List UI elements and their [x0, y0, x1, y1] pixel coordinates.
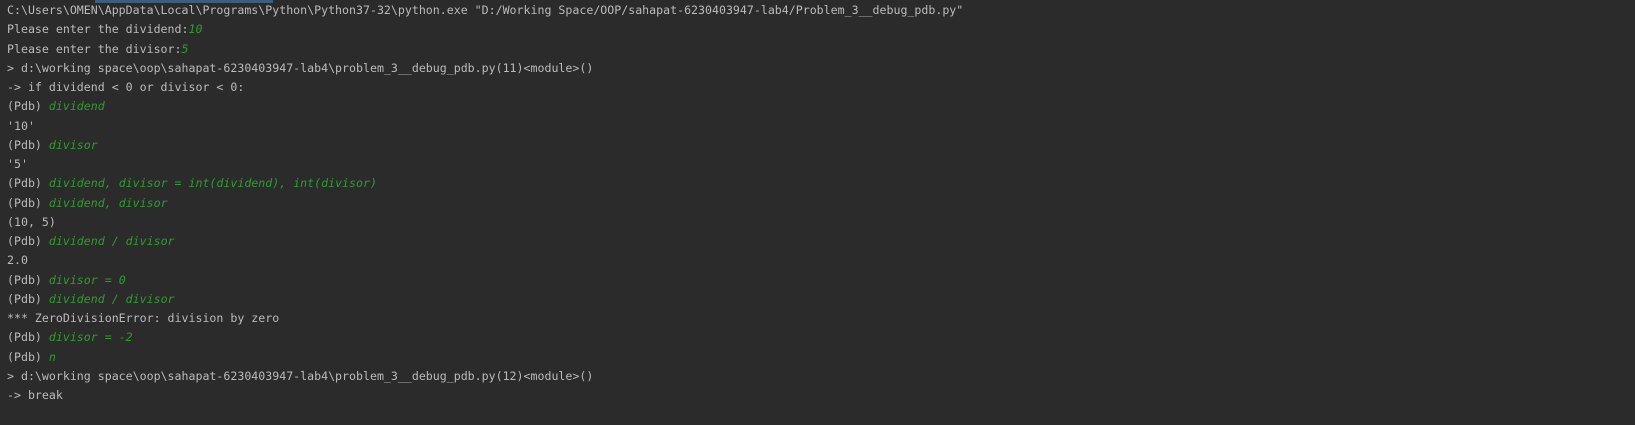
console-line: -> if dividend < 0 or divisor < 0:: [7, 78, 1635, 97]
console-line: '5': [7, 155, 1635, 174]
console-line: 2.0: [7, 251, 1635, 270]
console-output-text: 2.0: [7, 253, 28, 268]
console-line: -> break: [7, 386, 1635, 405]
console-user-input: dividend, divisor = int(dividend), int(d…: [48, 176, 377, 191]
run-console-output[interactable]: C:\Users\OMEN\AppData\Local\Programs\Pyt…: [7, 1, 1635, 405]
console-line: C:\Users\OMEN\AppData\Local\Programs\Pyt…: [7, 1, 1635, 20]
console-user-input: 5: [181, 41, 189, 56]
console-user-input: dividend, divisor: [48, 195, 168, 210]
console-output-text: (Pdb): [7, 234, 49, 248]
console-output-text: '5': [7, 157, 28, 171]
console-output-text: (Pdb): [7, 176, 49, 191]
console-output-text: (Pdb): [7, 195, 49, 210]
console-line: '10': [7, 117, 1635, 136]
console-output-text: (Pdb): [7, 291, 49, 306]
console-line: (Pdb) dividend, divisor: [7, 194, 1635, 213]
console-user-input: dividend / divisor: [48, 234, 175, 248]
console-user-input: n: [48, 349, 56, 364]
console-line: (Pdb) n: [7, 348, 1635, 367]
console-output-text: (Pdb): [7, 330, 49, 345]
console-line: (Pdb) divisor = 0: [7, 271, 1635, 290]
console-line: *** ZeroDivisionError: division by zero: [7, 309, 1635, 328]
console-output-text: Please enter the divisor:: [7, 41, 182, 56]
console-line: Please enter the divisor:5: [7, 40, 1635, 59]
console-user-input: dividend / divisor: [48, 291, 175, 306]
console-output-text: (Pdb): [7, 272, 49, 287]
console-output-text: -> if dividend < 0 or divisor < 0:: [7, 80, 245, 94]
console-output-text: (Pdb): [7, 99, 49, 114]
console-line: (Pdb) dividend: [7, 97, 1635, 116]
console-output-text: (Pdb): [7, 349, 49, 364]
console-line: (Pdb) dividend, divisor = int(dividend),…: [7, 174, 1635, 193]
console-line: (Pdb) divisor: [7, 136, 1635, 155]
console-output-text: -> break: [7, 388, 63, 402]
console-user-input: divisor: [48, 137, 98, 152]
console-line: (Pdb) dividend / divisor: [7, 232, 1635, 251]
console-output-text: > d:\working space\oop\sahapat-623040394…: [7, 60, 594, 75]
console-output-text: (Pdb): [7, 137, 49, 152]
console-output-text: Please enter the dividend:: [7, 22, 189, 37]
console-line: > d:\working space\oop\sahapat-623040394…: [7, 367, 1635, 386]
console-line: (Pdb) dividend / divisor: [7, 290, 1635, 309]
console-output-text: *** ZeroDivisionError: division by zero: [7, 311, 280, 325]
console-user-input: dividend: [48, 99, 105, 114]
console-line: > d:\working space\oop\sahapat-623040394…: [7, 59, 1635, 78]
console-line: (Pdb) divisor = -2: [7, 328, 1635, 347]
console-output-text: > d:\working space\oop\sahapat-623040394…: [7, 368, 594, 383]
console-output-text: (10, 5): [7, 214, 56, 229]
console-output-text: '10': [7, 118, 35, 133]
console-user-input: divisor = 0: [48, 272, 126, 287]
console-user-input: 10: [188, 22, 203, 37]
console-line: (10, 5): [7, 213, 1635, 232]
console-user-input: divisor = -2: [48, 330, 133, 345]
console-output-text: C:\Users\OMEN\AppData\Local\Programs\Pyt…: [7, 3, 964, 17]
console-line: Please enter the dividend:10: [7, 20, 1635, 39]
